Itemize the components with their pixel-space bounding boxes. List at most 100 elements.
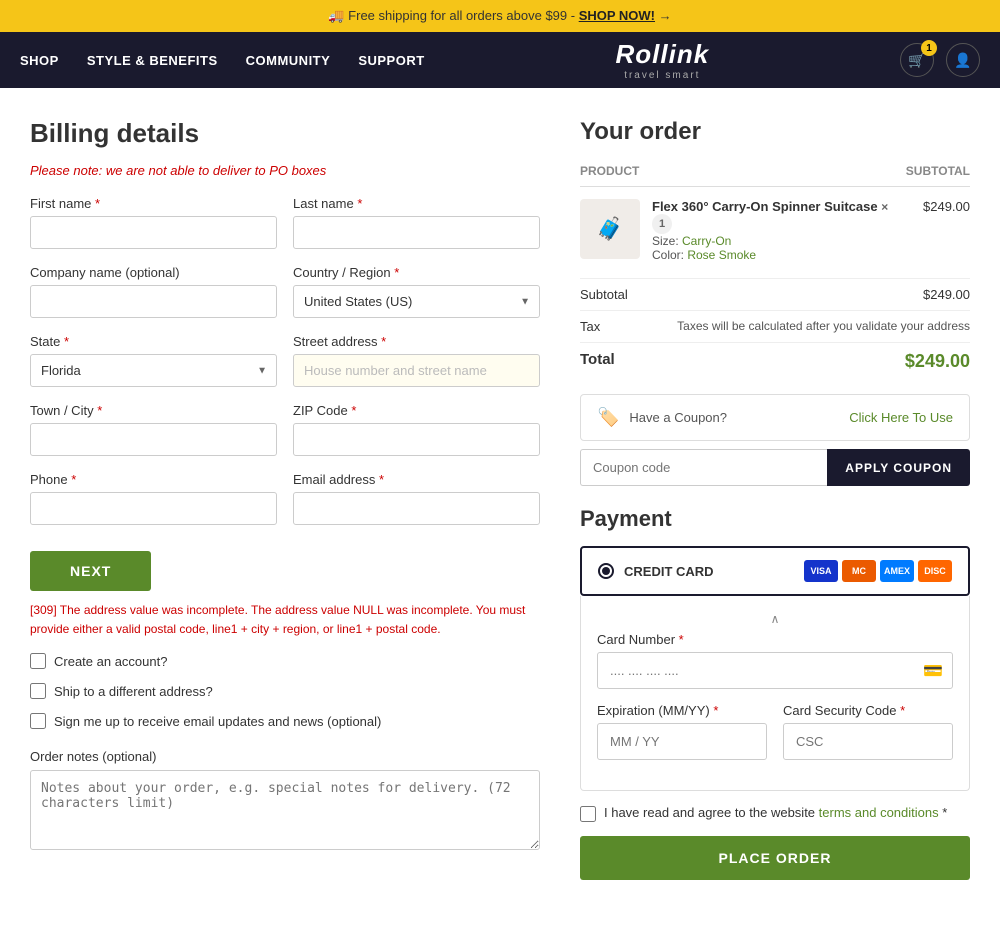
payment-title: Payment — [580, 506, 970, 532]
phone-email-row: Phone * +1(234)5678901 Email address * — [30, 472, 540, 525]
state-select[interactable]: Florida — [30, 354, 277, 387]
state-street-row: State * Florida Street address * — [30, 334, 540, 387]
order-notes-textarea[interactable] — [30, 770, 540, 850]
order-item-color: Color: Rose Smoke — [652, 248, 911, 262]
create-account-checkbox[interactable] — [30, 653, 46, 669]
nav-shop[interactable]: SHOP — [20, 53, 59, 68]
terms-checkbox[interactable] — [580, 806, 596, 822]
last-name-input[interactable] — [293, 216, 540, 249]
nav-links: SHOP STYLE & BENEFITS COMMUNITY SUPPORT — [20, 53, 425, 68]
town-label: Town / City * — [30, 403, 277, 418]
create-account-label: Create an account? — [54, 654, 167, 669]
ship-different-row: Ship to a different address? — [30, 683, 540, 699]
country-group: Country / Region * United States (US) — [293, 265, 540, 318]
coupon-input[interactable] — [580, 449, 827, 486]
order-notes-label: Order notes (optional) — [30, 749, 540, 764]
town-zip-row: Town / City * ZIP Code * 00000 — [30, 403, 540, 456]
card-number-input-wrapper: 💳 — [597, 652, 953, 689]
place-order-button[interactable]: PLACE ORDER — [580, 836, 970, 880]
shop-now-link[interactable]: SHOP NOW! — [579, 8, 655, 23]
navigation: SHOP STYLE & BENEFITS COMMUNITY SUPPORT … — [0, 32, 1000, 88]
amex-icon: AMEX — [880, 560, 914, 582]
billing-title: Billing details — [30, 118, 540, 149]
collapse-arrow: ∧ — [597, 612, 953, 626]
last-name-label: Last name * — [293, 196, 540, 211]
zip-label: ZIP Code * — [293, 403, 540, 418]
account-button[interactable]: 👤 — [946, 43, 980, 77]
logo: Rollink — [615, 39, 709, 69]
discover-icon: DISC — [918, 560, 952, 582]
company-country-row: Company name (optional) Country / Region… — [30, 265, 540, 318]
expiration-label: Expiration (MM/YY) * — [597, 703, 767, 718]
nav-style[interactable]: STYLE & BENEFITS — [87, 53, 218, 68]
zip-group: ZIP Code * 00000 — [293, 403, 540, 456]
first-name-group: First name * — [30, 196, 277, 249]
name-row: First name * Last name * — [30, 196, 540, 249]
order-item-price: $249.00 — [923, 199, 970, 214]
total-row: Total $249.00 — [580, 342, 970, 380]
subtotal-value: $249.00 — [923, 287, 970, 302]
billing-section: Billing details Please note: we are not … — [30, 118, 540, 880]
ship-different-checkbox[interactable] — [30, 683, 46, 699]
last-name-group: Last name * — [293, 196, 540, 249]
nav-support[interactable]: SUPPORT — [358, 53, 424, 68]
card-number-input[interactable] — [597, 652, 953, 689]
company-label: Company name (optional) — [30, 265, 277, 280]
order-item-image: 🧳 — [580, 199, 640, 259]
order-totals: Subtotal $249.00 Tax Taxes will be calcu… — [580, 278, 970, 380]
top-banner: 🚚 Free shipping for all orders above $99… — [0, 0, 1000, 32]
signup-email-label: Sign me up to receive email updates and … — [54, 714, 381, 729]
expiration-input[interactable] — [597, 723, 767, 760]
phone-group: Phone * +1(234)5678901 — [30, 472, 277, 525]
street-group: Street address * — [293, 334, 540, 387]
country-select-wrapper: United States (US) — [293, 285, 540, 318]
main-content: Billing details Please note: we are not … — [0, 88, 1000, 910]
nav-community[interactable]: COMMUNITY — [246, 53, 331, 68]
terms-link[interactable]: terms and conditions — [819, 805, 939, 820]
order-item-name: Flex 360° Carry-On Spinner Suitcase × 1 — [652, 199, 911, 234]
payment-method-left: CREDIT CARD — [598, 563, 714, 579]
town-group: Town / City * — [30, 403, 277, 456]
banner-arrow: → — [659, 8, 672, 23]
subtotal-row: Subtotal $249.00 — [580, 278, 970, 310]
card-input-icon: 💳 — [923, 661, 943, 681]
nav-actions: 🛒 1 👤 — [900, 43, 980, 77]
coupon-input-row: APPLY COUPON — [580, 449, 970, 486]
coupon-link[interactable]: Click Here To Use — [849, 410, 953, 425]
coupon-box-left: 🏷️ Have a Coupon? — [597, 407, 727, 428]
card-icons: VISA MC AMEX DISC — [804, 560, 952, 582]
company-input[interactable] — [30, 285, 277, 318]
subtotal-label: Subtotal — [580, 287, 628, 302]
country-select[interactable]: United States (US) — [293, 285, 540, 318]
zip-input[interactable]: 00000 — [293, 423, 540, 456]
total-label: Total — [580, 351, 615, 368]
order-item-details: Flex 360° Carry-On Spinner Suitcase × 1 … — [652, 199, 911, 262]
cart-button[interactable]: 🛒 1 — [900, 43, 934, 77]
next-button[interactable]: NEXT — [30, 551, 151, 591]
csc-input[interactable] — [783, 723, 953, 760]
first-name-input[interactable] — [30, 216, 277, 249]
credit-card-radio[interactable] — [598, 563, 614, 579]
coupon-icon: 🏷️ — [597, 407, 619, 428]
ship-different-label: Ship to a different address? — [54, 684, 213, 699]
col-subtotal: SUBTOTAL — [906, 164, 970, 178]
apply-coupon-button[interactable]: APPLY COUPON — [827, 449, 970, 486]
credit-card-label: CREDIT CARD — [624, 564, 714, 579]
signup-email-checkbox[interactable] — [30, 713, 46, 729]
order-title: Your order — [580, 118, 970, 146]
town-input[interactable] — [30, 423, 277, 456]
create-account-row: Create an account? — [30, 653, 540, 669]
street-input-wrapper — [293, 354, 540, 387]
csc-label: Card Security Code * — [783, 703, 953, 718]
csc-group: Card Security Code * — [783, 703, 953, 760]
logo-sub: travel smart — [425, 70, 900, 81]
expiration-group: Expiration (MM/YY) * — [597, 703, 767, 760]
nav-logo-area: Rollink travel smart — [425, 39, 900, 81]
phone-input[interactable]: +1(234)5678901 — [30, 492, 277, 525]
payment-method[interactable]: CREDIT CARD VISA MC AMEX DISC — [580, 546, 970, 596]
card-number-label: Card Number * — [597, 632, 953, 647]
street-input[interactable] — [293, 354, 540, 387]
coupon-box: 🏷️ Have a Coupon? Click Here To Use — [580, 394, 970, 441]
email-group: Email address * — [293, 472, 540, 525]
email-input[interactable] — [293, 492, 540, 525]
